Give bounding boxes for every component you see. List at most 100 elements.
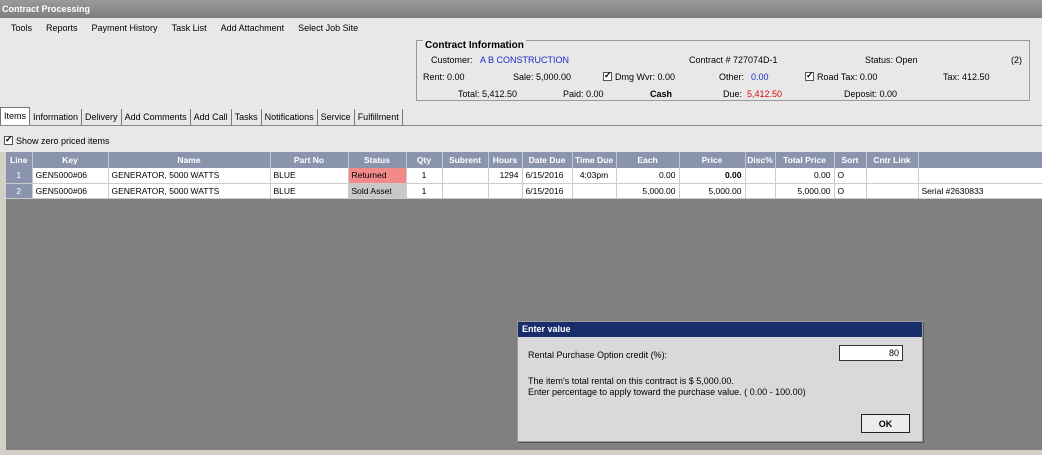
menu-reports[interactable]: Reports	[39, 23, 85, 33]
deposit-value: Deposit: 0.00	[844, 89, 898, 99]
row-each[interactable]: 0.00	[616, 168, 680, 184]
col-header-date-due[interactable]: Date Due	[522, 152, 573, 168]
show-zero-field[interactable]: Show zero priced items	[4, 134, 110, 146]
menu-bar: Tools Reports Payment History Task List …	[0, 18, 1042, 38]
tab-add-comments[interactable]: Add Comments	[122, 109, 191, 125]
total-value: Total: 5,412.50	[458, 89, 518, 99]
row-sort[interactable]: O	[834, 168, 867, 184]
tab-notifications[interactable]: Notifications	[262, 109, 318, 125]
tab-fulfillment[interactable]: Fulfillment	[355, 109, 403, 125]
customer-label: Customer:	[431, 55, 473, 65]
row-name[interactable]: GENERATOR, 5000 WATTS	[108, 183, 271, 199]
tab-service[interactable]: Service	[318, 109, 355, 125]
menu-tools[interactable]: Tools	[4, 23, 39, 33]
menu-add-attachment[interactable]: Add Attachment	[214, 23, 292, 33]
dmg-wvr-label: Dmg Wvr: 0.00	[615, 72, 676, 82]
other-value: 0.00	[751, 72, 769, 82]
customer-value[interactable]: A B CONSTRUCTION	[480, 55, 569, 65]
row-cntr-link[interactable]	[866, 168, 919, 184]
header-area: Contract Information Customer: A B CONST…	[0, 38, 1042, 108]
rpo-credit-label: Rental Purchase Option credit (%):	[528, 350, 668, 360]
col-header-each[interactable]: Each	[616, 152, 680, 168]
row-line: 2	[6, 183, 33, 199]
row-part-no[interactable]: BLUE	[270, 168, 349, 184]
tab-delivery[interactable]: Delivery	[82, 109, 122, 125]
menu-task-list[interactable]: Task List	[165, 23, 214, 33]
row-key[interactable]: GEN5000#06	[32, 183, 109, 199]
row-time-due[interactable]	[572, 183, 617, 199]
dialog-message-line2: Enter percentage to apply toward the pur…	[528, 387, 806, 397]
col-header-name[interactable]: Name	[108, 152, 271, 168]
grid-header-row: Line Key Name Part No Status Qty Subrent…	[6, 152, 1042, 168]
row-hours[interactable]: 1294	[488, 168, 523, 184]
item-count: (2)	[1011, 55, 1022, 65]
contract-info-panel: Contract Information Customer: A B CONST…	[416, 40, 1030, 101]
row-disc[interactable]	[745, 183, 776, 199]
col-header-cntr-link[interactable]: Cntr Link	[866, 152, 919, 168]
row-key[interactable]: GEN5000#06	[32, 168, 109, 184]
row-date-due[interactable]: 6/15/2016	[522, 168, 573, 184]
items-grid: Line Key Name Part No Status Qty Subrent…	[6, 152, 1042, 199]
col-header-extra	[918, 152, 1042, 168]
row-subrent[interactable]	[442, 168, 489, 184]
row-extra	[918, 168, 1042, 184]
road-tax-checkbox[interactable]	[805, 70, 814, 81]
row-name[interactable]: GENERATOR, 5000 WATTS	[108, 168, 271, 184]
row-price[interactable]: 0.00	[679, 168, 746, 184]
menu-payment-history[interactable]: Payment History	[85, 23, 165, 33]
row-date-due[interactable]: 6/15/2016	[522, 183, 573, 199]
window-title: Contract Processing	[0, 0, 1042, 18]
tab-information[interactable]: Information	[30, 109, 83, 125]
col-header-disc[interactable]: Disc%	[745, 152, 776, 168]
tab-tasks[interactable]: Tasks	[232, 109, 262, 125]
col-header-hours[interactable]: Hours	[488, 152, 523, 168]
rpo-credit-input[interactable]	[839, 345, 903, 361]
col-header-time-due[interactable]: Time Due	[572, 152, 617, 168]
dialog-message: The item's total rental on this contract…	[528, 376, 806, 398]
items-toolbar: Show zero priced items	[0, 126, 1042, 152]
col-header-total-price[interactable]: Total Price	[775, 152, 835, 168]
row-sort[interactable]: O	[834, 183, 867, 199]
row-disc[interactable]	[745, 168, 776, 184]
row-part-no[interactable]: BLUE	[270, 183, 349, 199]
row-total-price[interactable]: 0.00	[775, 168, 835, 184]
row-each[interactable]: 5,000.00	[616, 183, 680, 199]
tab-strip: Items Information Delivery Add Comments …	[0, 107, 1042, 126]
row-total-price[interactable]: 5,000.00	[775, 183, 835, 199]
tab-items[interactable]: Items	[0, 107, 31, 125]
enter-value-dialog: Enter value Rental Purchase Option credi…	[517, 321, 923, 442]
col-header-status[interactable]: Status	[348, 152, 407, 168]
col-header-price[interactable]: Price	[679, 152, 746, 168]
show-zero-checkbox[interactable]	[4, 134, 13, 145]
menu-select-job-site[interactable]: Select Job Site	[291, 23, 365, 33]
sale-value: Sale: 5,000.00	[513, 72, 572, 82]
col-header-sort[interactable]: Sort	[834, 152, 867, 168]
row-time-due[interactable]: 4:03pm	[572, 168, 617, 184]
tax-value: Tax: 412.50	[943, 72, 990, 82]
row-hours[interactable]	[488, 183, 523, 199]
col-header-subrent[interactable]: Subrent	[442, 152, 489, 168]
ok-button[interactable]: OK	[861, 414, 910, 433]
row-qty[interactable]: 1	[406, 183, 443, 199]
contract-info-legend: Contract Information	[423, 40, 526, 51]
row-cntr-link[interactable]	[866, 183, 919, 199]
row-price[interactable]: 5,000.00	[679, 183, 746, 199]
col-header-part-no[interactable]: Part No	[270, 152, 349, 168]
road-tax-label: Road Tax: 0.00	[817, 72, 878, 82]
dmg-wvr-checkbox[interactable]	[603, 70, 612, 81]
col-header-line[interactable]: Line	[6, 152, 33, 168]
dialog-message-line1: The item's total rental on this contract…	[528, 376, 734, 386]
dmg-wvr-field[interactable]: Dmg Wvr: 0.00	[603, 70, 676, 82]
row-qty[interactable]: 1	[406, 168, 443, 184]
row-status[interactable]: Sold Asset	[348, 183, 407, 199]
table-row[interactable]: 2 GEN5000#06 GENERATOR, 5000 WATTS BLUE …	[6, 183, 1042, 199]
row-status[interactable]: Returned	[348, 168, 407, 184]
table-row[interactable]: 1 GEN5000#06 GENERATOR, 5000 WATTS BLUE …	[6, 168, 1042, 184]
col-header-qty[interactable]: Qty	[406, 152, 443, 168]
col-header-key[interactable]: Key	[32, 152, 109, 168]
due-value: 5,412.50	[747, 89, 783, 99]
contract-status: Status: Open	[865, 55, 918, 65]
tab-add-call[interactable]: Add Call	[191, 109, 232, 125]
road-tax-field[interactable]: Road Tax: 0.00	[805, 70, 878, 82]
row-subrent[interactable]	[442, 183, 489, 199]
